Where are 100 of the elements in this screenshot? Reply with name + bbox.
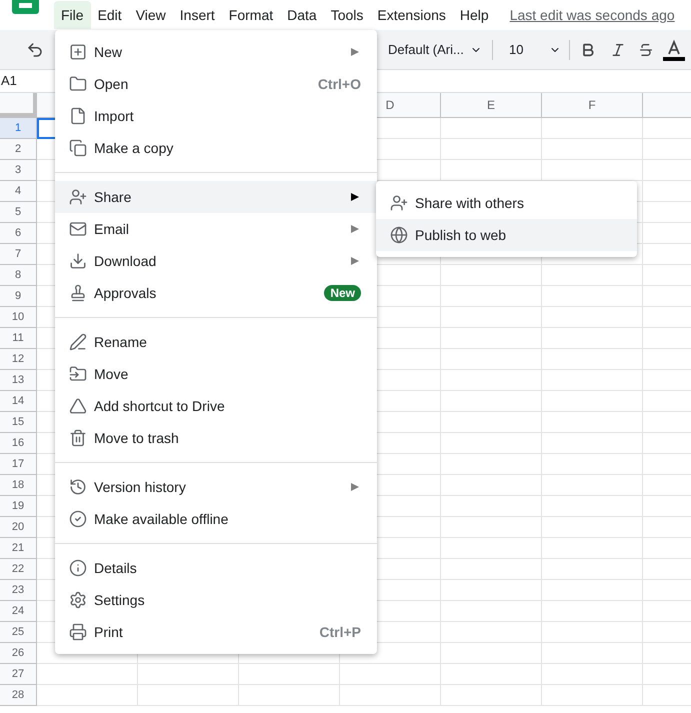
grid-cell[interactable] xyxy=(441,370,542,391)
grid-cell[interactable] xyxy=(441,643,542,664)
grid-cell[interactable] xyxy=(542,412,643,433)
undo-icon[interactable] xyxy=(26,40,44,58)
menu-bar-item[interactable]: View xyxy=(128,1,173,29)
row-header[interactable]: 8 xyxy=(0,265,37,286)
grid-cell[interactable] xyxy=(542,286,643,307)
row-header[interactable]: 16 xyxy=(0,433,37,454)
grid-cell[interactable] xyxy=(542,496,643,517)
menu-item[interactable]: Rename xyxy=(55,326,377,358)
grid-cell[interactable] xyxy=(542,349,643,370)
grid-cell[interactable] xyxy=(542,391,643,412)
grid-cell[interactable] xyxy=(441,139,542,160)
grid-cell[interactable] xyxy=(542,664,643,685)
bold-icon[interactable] xyxy=(580,42,596,58)
menu-item[interactable]: Move xyxy=(55,358,377,390)
menu-bar-item[interactable]: Data xyxy=(280,1,324,29)
grid-cell[interactable] xyxy=(239,664,340,685)
grid-cell[interactable] xyxy=(542,370,643,391)
row-header[interactable]: 14 xyxy=(0,391,37,412)
row-header[interactable]: 22 xyxy=(0,559,37,580)
text-color-icon[interactable] xyxy=(663,38,685,60)
row-header[interactable]: 13 xyxy=(0,370,37,391)
row-header[interactable]: 19 xyxy=(0,496,37,517)
grid-cell[interactable] xyxy=(542,601,643,622)
name-box[interactable]: A1 xyxy=(0,71,17,91)
menu-item[interactable]: Share xyxy=(55,181,377,213)
select-all-corner[interactable] xyxy=(0,93,37,117)
row-header[interactable]: 21 xyxy=(0,538,37,559)
grid-cell[interactable] xyxy=(441,349,542,370)
sheets-logo-icon[interactable] xyxy=(12,0,39,14)
row-header[interactable]: 17 xyxy=(0,454,37,475)
grid-cell[interactable] xyxy=(542,580,643,601)
row-header[interactable]: 11 xyxy=(0,328,37,349)
row-header[interactable]: 20 xyxy=(0,517,37,538)
grid-cell[interactable] xyxy=(441,286,542,307)
grid-cell[interactable] xyxy=(340,664,441,685)
grid-cell[interactable] xyxy=(542,517,643,538)
row-header[interactable]: 18 xyxy=(0,475,37,496)
menu-item[interactable]: Version history xyxy=(55,471,377,503)
grid-cell[interactable] xyxy=(441,664,542,685)
menu-bar-item[interactable]: Extensions xyxy=(370,1,453,29)
menu-bar-item[interactable]: Edit xyxy=(90,1,129,29)
grid-cell[interactable] xyxy=(441,559,542,580)
menu-item[interactable]: Settings xyxy=(55,584,377,616)
menu-bar-item[interactable]: Help xyxy=(452,1,496,29)
row-header[interactable]: 4 xyxy=(0,181,37,202)
menu-bar-item[interactable]: Tools xyxy=(324,1,370,29)
row-header[interactable]: 26 xyxy=(0,643,37,664)
grid-cell[interactable] xyxy=(441,328,542,349)
grid-cell[interactable] xyxy=(37,664,138,685)
row-header[interactable]: 12 xyxy=(0,349,37,370)
grid-cell[interactable] xyxy=(542,139,643,160)
font-size-dropdown[interactable]: 10 xyxy=(501,40,561,60)
grid-cell[interactable] xyxy=(441,538,542,559)
column-header[interactable]: F xyxy=(542,93,643,117)
row-header[interactable]: 24 xyxy=(0,601,37,622)
row-header[interactable]: 7 xyxy=(0,244,37,265)
grid-cell[interactable] xyxy=(441,601,542,622)
grid-cell[interactable] xyxy=(441,496,542,517)
grid-cell[interactable] xyxy=(441,475,542,496)
menu-item[interactable]: Make a copy xyxy=(55,132,377,164)
row-header[interactable]: 15 xyxy=(0,412,37,433)
grid-cell[interactable] xyxy=(441,412,542,433)
menu-item[interactable]: Publish to web xyxy=(376,219,637,251)
menu-item[interactable]: Make available offline xyxy=(55,503,377,535)
row-header[interactable]: 6 xyxy=(0,223,37,244)
grid-cell[interactable] xyxy=(340,685,441,706)
grid-cell[interactable] xyxy=(441,580,542,601)
row-header[interactable]: 25 xyxy=(0,622,37,643)
grid-cell[interactable] xyxy=(138,685,239,706)
grid-cell[interactable] xyxy=(441,433,542,454)
grid-cell[interactable] xyxy=(542,538,643,559)
grid-cell[interactable] xyxy=(542,118,643,139)
menu-bar-item[interactable]: File xyxy=(54,1,91,29)
row-header[interactable]: 23 xyxy=(0,580,37,601)
menu-bar-item[interactable]: Insert xyxy=(172,1,222,29)
row-header[interactable]: 1 xyxy=(0,118,37,139)
row-header[interactable]: 10 xyxy=(0,307,37,328)
grid-cell[interactable] xyxy=(542,328,643,349)
grid-cell[interactable] xyxy=(542,433,643,454)
menu-bar-item[interactable]: Format xyxy=(222,1,280,29)
grid-cell[interactable] xyxy=(37,685,138,706)
menu-item[interactable]: Share with others xyxy=(376,187,637,219)
grid-cell[interactable] xyxy=(441,265,542,286)
grid-cell[interactable] xyxy=(542,454,643,475)
row-header[interactable]: 3 xyxy=(0,160,37,181)
grid-cell[interactable] xyxy=(542,622,643,643)
row-header[interactable]: 5 xyxy=(0,202,37,223)
grid-cell[interactable] xyxy=(542,265,643,286)
italic-icon[interactable] xyxy=(610,42,626,58)
menu-item[interactable]: Email xyxy=(55,213,377,245)
grid-cell[interactable] xyxy=(441,517,542,538)
grid-cell[interactable] xyxy=(542,643,643,664)
grid-cell[interactable] xyxy=(542,475,643,496)
menu-item[interactable]: Print Ctrl+P xyxy=(55,616,377,648)
grid-cell[interactable] xyxy=(138,664,239,685)
column-header[interactable]: E xyxy=(441,93,542,117)
row-header[interactable]: 9 xyxy=(0,286,37,307)
row-header[interactable]: 27 xyxy=(0,664,37,685)
